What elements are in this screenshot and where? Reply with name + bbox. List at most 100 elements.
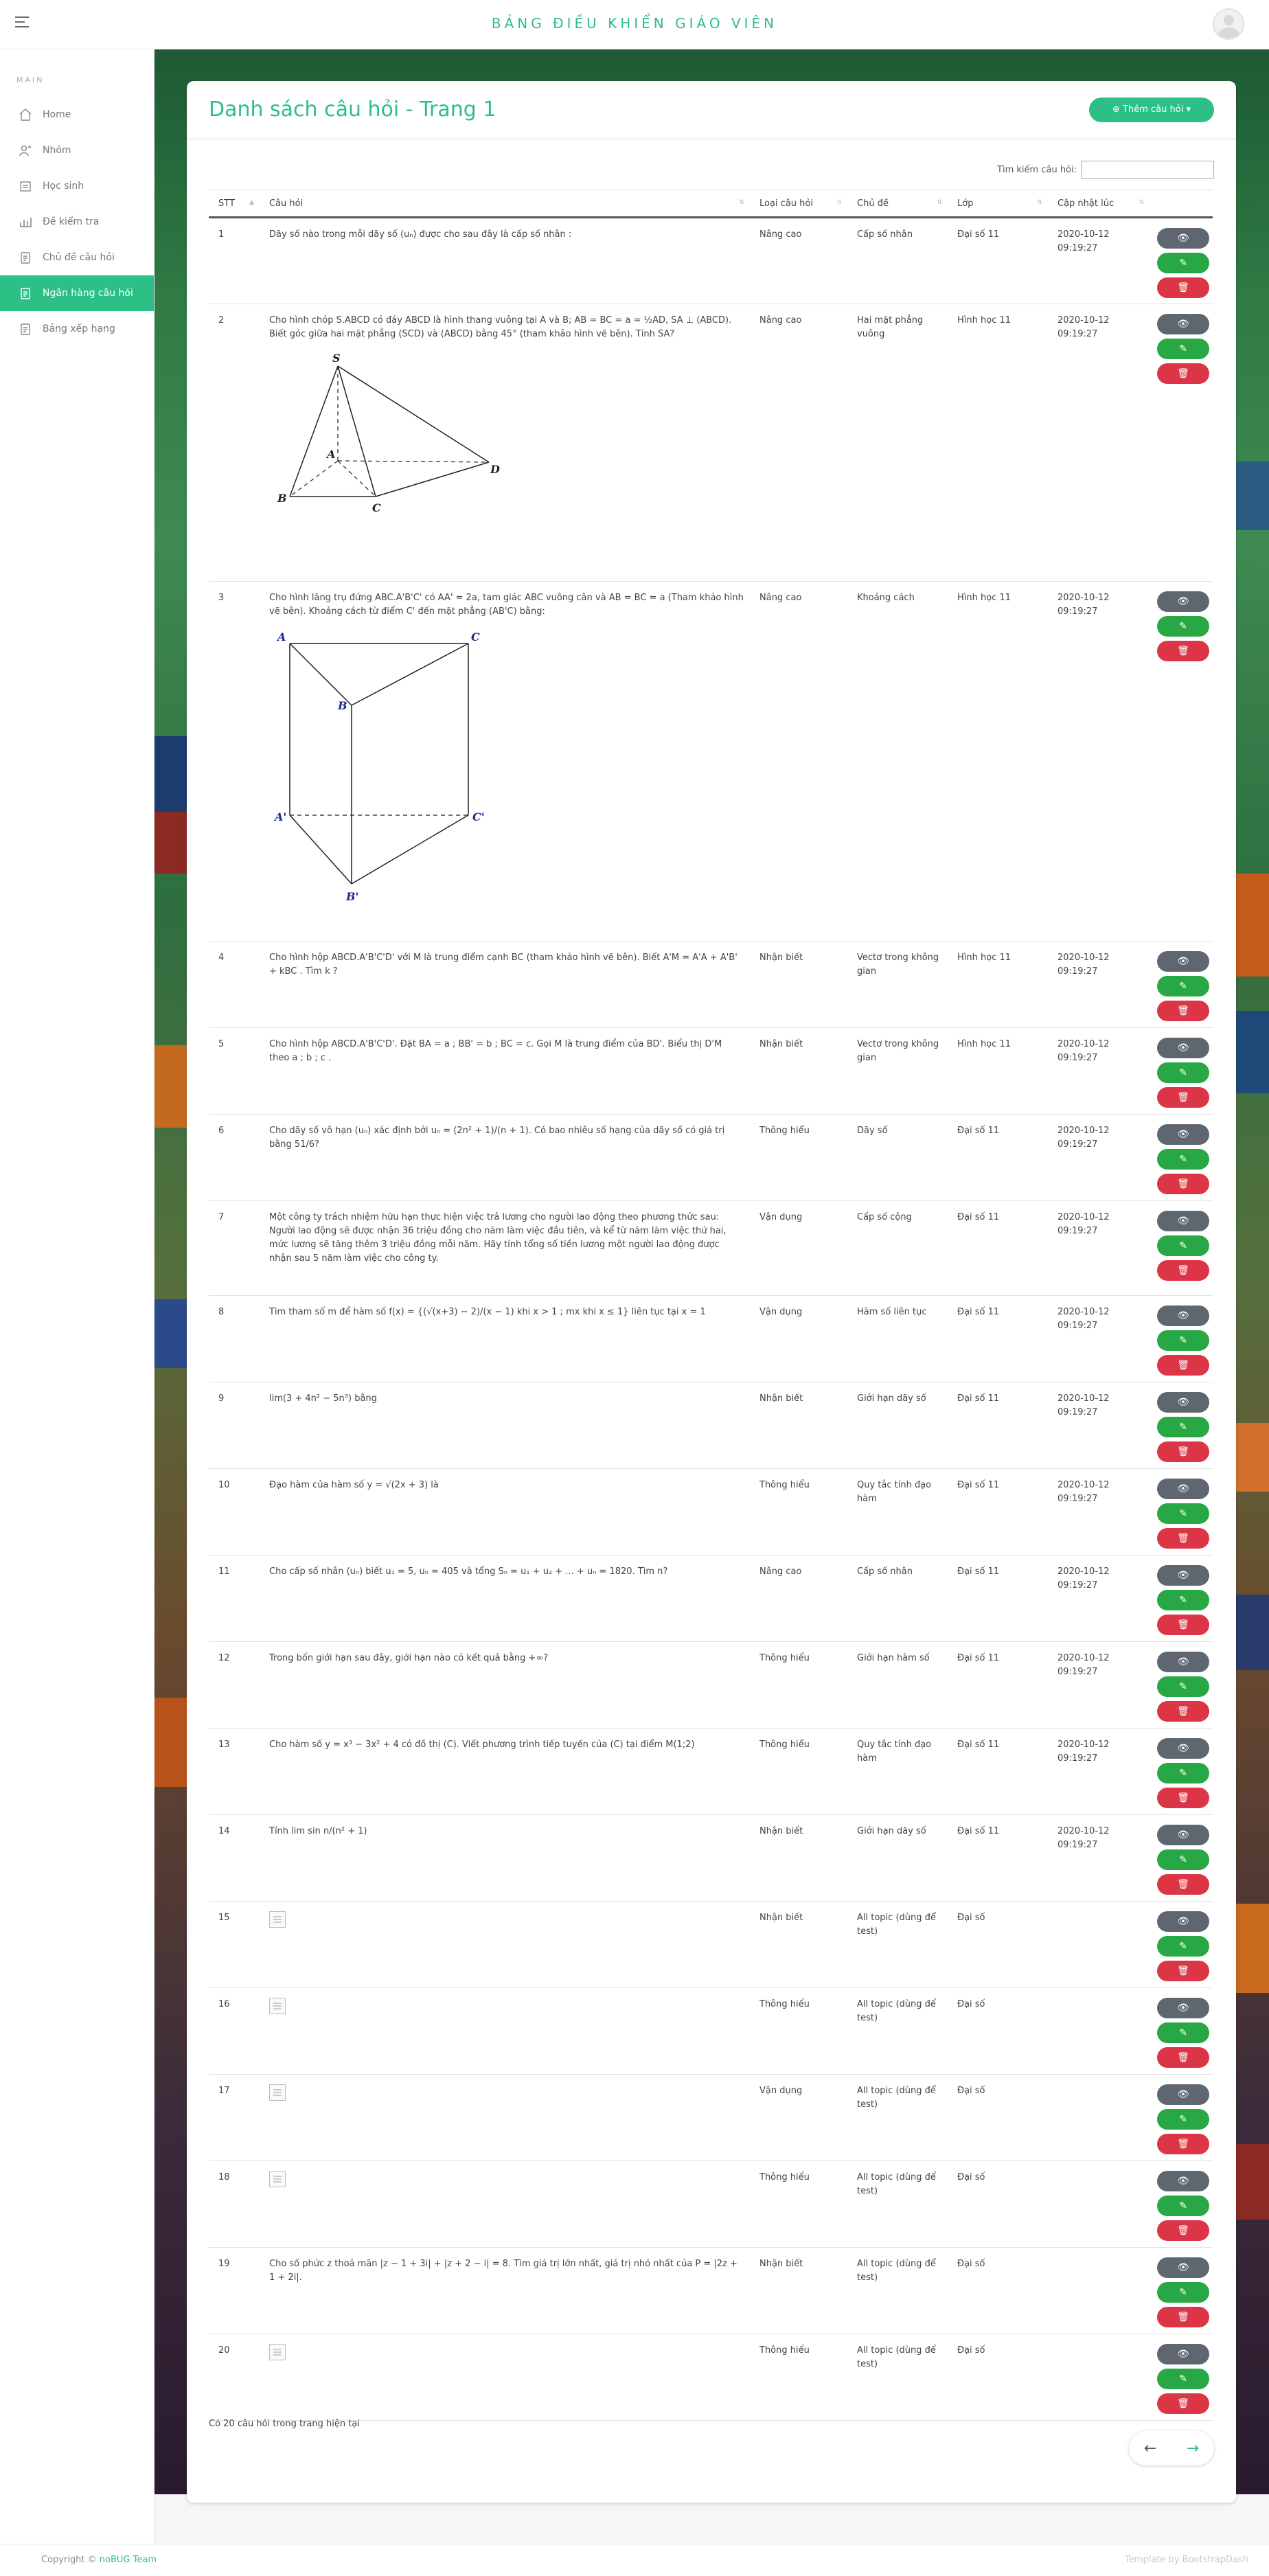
view-button[interactable]: 👁 bbox=[1157, 228, 1209, 249]
question-cell: Cho hình lăng trụ đứng ABC.A'B'C' có AA'… bbox=[260, 581, 750, 942]
view-button[interactable]: 👁 bbox=[1157, 1825, 1209, 1845]
delete-button[interactable]: 🗑 bbox=[1157, 1528, 1209, 1549]
delete-button[interactable]: 🗑 bbox=[1157, 2220, 1209, 2241]
delete-button[interactable]: 🗑 bbox=[1157, 1001, 1209, 1021]
delete-button[interactable]: 🗑 bbox=[1157, 1874, 1209, 1895]
sidebar-item-tests[interactable]: Đề kiểm tra bbox=[0, 204, 154, 240]
eye-icon: 👁 bbox=[1177, 1397, 1189, 1408]
edit-button[interactable]: ✎ bbox=[1157, 1590, 1209, 1610]
pencil-icon: ✎ bbox=[1179, 1768, 1187, 1779]
edit-button[interactable]: ✎ bbox=[1157, 2109, 1209, 2130]
next-page-button[interactable]: → bbox=[1171, 2431, 1214, 2465]
sidebar-item-label: Nhóm bbox=[43, 145, 71, 156]
delete-button[interactable]: 🗑 bbox=[1157, 1441, 1209, 1462]
delete-button[interactable]: 🗑 bbox=[1157, 1701, 1209, 1722]
svg-text:B: B bbox=[337, 699, 347, 712]
view-button[interactable]: 👁 bbox=[1157, 1306, 1209, 1326]
question-cell bbox=[260, 2161, 750, 2248]
actions-cell: 👁 ✎ 🗑 bbox=[1150, 941, 1213, 1028]
edit-button[interactable]: ✎ bbox=[1157, 976, 1209, 996]
view-button[interactable]: 👁 bbox=[1157, 314, 1209, 334]
eye-icon: 👁 bbox=[1177, 1129, 1189, 1140]
edit-button[interactable]: ✎ bbox=[1157, 253, 1209, 273]
column-header-question[interactable]: Câu hỏi ⇅ bbox=[260, 190, 750, 218]
view-button[interactable]: 👁 bbox=[1157, 1738, 1209, 1759]
view-button[interactable]: 👁 bbox=[1157, 2257, 1209, 2278]
delete-button[interactable]: 🗑 bbox=[1157, 1615, 1209, 1635]
sidebar-item-leaderboard[interactable]: Bảng xếp hạng bbox=[0, 311, 154, 347]
add-question-button[interactable]: ⊕ Thêm câu hỏi ▾ bbox=[1089, 98, 1214, 122]
edit-button[interactable]: ✎ bbox=[1157, 1936, 1209, 1957]
edit-button[interactable]: ✎ bbox=[1157, 2022, 1209, 2043]
edit-button[interactable]: ✎ bbox=[1157, 2196, 1209, 2216]
type-cell: Nâng cao bbox=[750, 581, 847, 942]
edit-button[interactable]: ✎ bbox=[1157, 1235, 1209, 1256]
view-button[interactable]: 👁 bbox=[1157, 951, 1209, 972]
edit-button[interactable]: ✎ bbox=[1157, 1062, 1209, 1083]
edit-button[interactable]: ✎ bbox=[1157, 1676, 1209, 1697]
view-button[interactable]: 👁 bbox=[1157, 2171, 1209, 2191]
delete-button[interactable]: 🗑 bbox=[1157, 1087, 1209, 1108]
sidebar-item-question-bank[interactable]: Ngân hàng câu hỏi bbox=[0, 275, 154, 311]
plus-circle-icon: ⊕ bbox=[1112, 104, 1123, 115]
grade-cell: Đại số bbox=[948, 2074, 1048, 2161]
delete-button[interactable]: 🗑 bbox=[1157, 2393, 1209, 2414]
view-button[interactable]: 👁 bbox=[1157, 1652, 1209, 1672]
column-header-topic[interactable]: Chủ đề ⇅ bbox=[847, 190, 948, 218]
trash-icon: 🗑 bbox=[1177, 282, 1189, 293]
column-header-grade[interactable]: Lớp ⇅ bbox=[948, 190, 1048, 218]
delete-button[interactable]: 🗑 bbox=[1157, 1174, 1209, 1194]
delete-button[interactable]: 🗑 bbox=[1157, 2047, 1209, 2068]
page-title: Danh sách câu hỏi - Trang 1 bbox=[209, 98, 496, 122]
edit-button[interactable]: ✎ bbox=[1157, 1330, 1209, 1351]
view-button[interactable]: 👁 bbox=[1157, 1124, 1209, 1145]
stt-cell: 9 bbox=[209, 1382, 260, 1469]
edit-button[interactable]: ✎ bbox=[1157, 2282, 1209, 2303]
edit-button[interactable]: ✎ bbox=[1157, 339, 1209, 359]
delete-button[interactable]: 🗑 bbox=[1157, 1788, 1209, 1808]
column-header-updated[interactable]: Cập nhật lúc ⇅ bbox=[1048, 190, 1150, 218]
view-button[interactable]: 👁 bbox=[1157, 2344, 1209, 2364]
actions-cell: 👁 ✎ 🗑 bbox=[1150, 2074, 1213, 2161]
delete-button[interactable]: 🗑 bbox=[1157, 1355, 1209, 1376]
delete-button[interactable]: 🗑 bbox=[1157, 363, 1209, 384]
type-cell: Thông hiểu bbox=[750, 1987, 847, 2075]
trash-icon: 🗑 bbox=[1177, 368, 1189, 379]
delete-button[interactable]: 🗑 bbox=[1157, 2134, 1209, 2154]
search-input[interactable] bbox=[1081, 161, 1214, 179]
question-text: Cho cấp số nhân (uₙ) biết u₁ = 5, uₙ = 4… bbox=[269, 1566, 668, 1577]
sidebar-item-group[interactable]: Nhóm bbox=[0, 133, 154, 168]
prev-page-button[interactable]: ← bbox=[1129, 2431, 1171, 2465]
edit-button[interactable]: ✎ bbox=[1157, 616, 1209, 637]
sidebar-item-students[interactable]: Học sinh bbox=[0, 168, 154, 204]
delete-button[interactable]: 🗑 bbox=[1157, 277, 1209, 298]
column-header-type[interactable]: Loại câu hỏi ⇅ bbox=[750, 190, 847, 218]
view-button[interactable]: 👁 bbox=[1157, 1479, 1209, 1499]
edit-button[interactable]: ✎ bbox=[1157, 2369, 1209, 2389]
delete-button[interactable]: 🗑 bbox=[1157, 1961, 1209, 1981]
actions-cell: 👁 ✎ 🗑 bbox=[1150, 2161, 1213, 2248]
view-button[interactable]: 👁 bbox=[1157, 1911, 1209, 1932]
edit-button[interactable]: ✎ bbox=[1157, 1149, 1209, 1170]
edit-button[interactable]: ✎ bbox=[1157, 1763, 1209, 1783]
delete-button[interactable]: 🗑 bbox=[1157, 1260, 1209, 1281]
sidebar-item-topics[interactable]: Chủ đề câu hỏi bbox=[0, 240, 154, 275]
view-button[interactable]: 👁 bbox=[1157, 1998, 1209, 2018]
question-cell: Cho số phức z thoả mãn |z − 1 + 3i| + |z… bbox=[260, 2247, 750, 2334]
view-button[interactable]: 👁 bbox=[1157, 1038, 1209, 1058]
avatar[interactable] bbox=[1213, 8, 1244, 40]
delete-button[interactable]: 🗑 bbox=[1157, 2307, 1209, 2327]
view-button[interactable]: 👁 bbox=[1157, 591, 1209, 612]
edit-button[interactable]: ✎ bbox=[1157, 1503, 1209, 1524]
view-button[interactable]: 👁 bbox=[1157, 1392, 1209, 1413]
sidebar-item-home[interactable]: Home bbox=[0, 97, 154, 133]
view-button[interactable]: 👁 bbox=[1157, 1565, 1209, 1586]
column-header-stt[interactable]: STT ▲ bbox=[209, 190, 260, 218]
view-button[interactable]: 👁 bbox=[1157, 2084, 1209, 2105]
edit-button[interactable]: ✎ bbox=[1157, 1417, 1209, 1437]
delete-button[interactable]: 🗑 bbox=[1157, 641, 1209, 661]
edit-button[interactable]: ✎ bbox=[1157, 1849, 1209, 1870]
team-link[interactable]: noBUG Team bbox=[100, 2555, 157, 2565]
view-button[interactable]: 👁 bbox=[1157, 1211, 1209, 1231]
eye-icon: 👁 bbox=[1177, 2089, 1189, 2100]
